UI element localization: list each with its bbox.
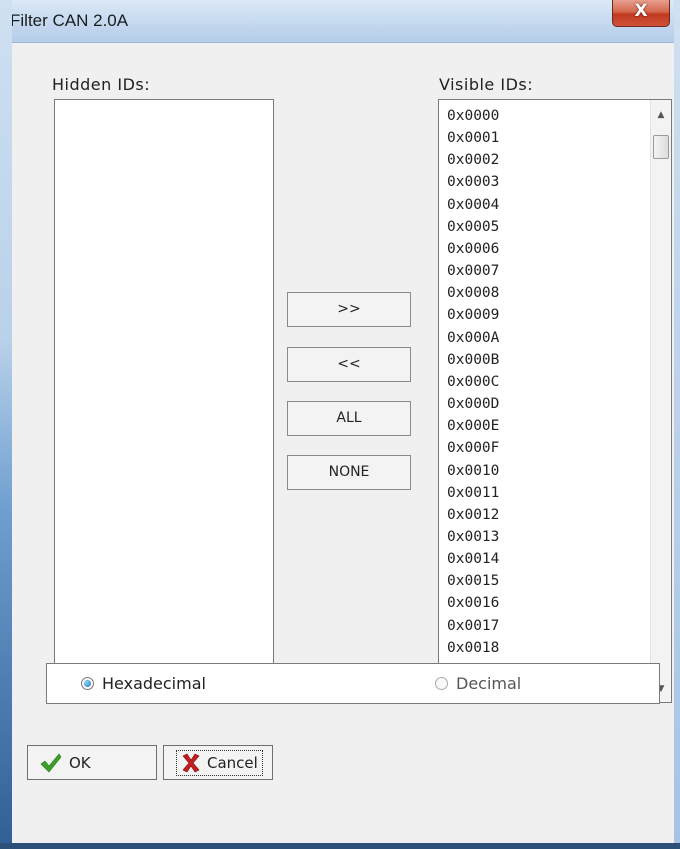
visible-id-item[interactable]: 0x000B [447, 349, 647, 371]
visible-id-item[interactable]: 0x0014 [447, 548, 647, 570]
cancel-focus-rect: Cancel [176, 749, 263, 776]
window-frame-left [0, 0, 12, 849]
visible-id-item[interactable]: 0x0010 [447, 460, 647, 482]
visible-id-item[interactable]: 0x0005 [447, 216, 647, 238]
visible-id-item[interactable]: 0x0011 [447, 482, 647, 504]
visible-id-item[interactable]: 0x0007 [447, 260, 647, 282]
select-none-button[interactable]: NONE [287, 455, 411, 490]
scroll-thumb[interactable] [653, 135, 669, 159]
select-all-button[interactable]: ALL [287, 401, 411, 436]
visible-id-item[interactable]: 0x000F [447, 437, 647, 459]
number-format-group: Hexadecimal Decimal [46, 663, 660, 704]
cancel-label: Cancel [207, 753, 258, 772]
hidden-ids-label: Hidden IDs: [52, 75, 151, 94]
visible-id-item[interactable]: 0x0012 [447, 504, 647, 526]
visible-ids-label: Visible IDs: [439, 75, 534, 94]
check-icon [40, 752, 62, 772]
visible-ids-list[interactable]: 0x0000 0x0001 0x0002 0x0003 0x0004 0x0005 0x00… [438, 99, 672, 703]
x-icon [182, 753, 200, 772]
visible-id-item[interactable]: 0x0006 [447, 238, 647, 260]
visible-id-item[interactable]: 0x0002 [447, 149, 647, 171]
visible-ids-items: 0x0000 0x0001 0x0002 0x0003 0x0004 0x0005 0x00… [447, 105, 647, 702]
visible-id-item[interactable]: 0x0018 [447, 637, 647, 659]
ok-button[interactable]: OK [27, 745, 157, 780]
filter-dialog: Filter CAN 2.0A X Hidden IDs: Visible ID… [0, 0, 680, 849]
close-button[interactable]: X [612, 0, 670, 27]
hexadecimal-label: Hexadecimal [102, 674, 206, 693]
visible-id-item[interactable]: 0x0015 [447, 570, 647, 592]
dialog-content: Hidden IDs: Visible IDs: 0x0000 0x0001 0x0… [12, 43, 674, 843]
visible-id-item[interactable]: 0x0017 [447, 615, 647, 637]
radio-selected-icon [81, 677, 94, 690]
visible-id-item[interactable]: 0x000D [447, 393, 647, 415]
move-to-visible-button[interactable]: >> [287, 292, 411, 327]
title-bar: Filter CAN 2.0A X [0, 0, 680, 43]
decimal-radio[interactable]: Decimal [435, 674, 521, 693]
visible-id-item[interactable]: 0x0000 [447, 105, 647, 127]
decimal-label: Decimal [456, 674, 522, 693]
window-title: Filter CAN 2.0A [10, 11, 129, 30]
hexadecimal-radio[interactable]: Hexadecimal [81, 674, 206, 693]
ok-label: OK [69, 753, 91, 772]
visible-id-item[interactable]: 0x0004 [447, 194, 647, 216]
cancel-button[interactable]: Cancel [163, 745, 273, 780]
visible-id-item[interactable]: 0x000C [447, 371, 647, 393]
visible-id-item[interactable]: 0x0013 [447, 526, 647, 548]
move-to-hidden-button[interactable]: << [287, 347, 411, 382]
visible-id-item[interactable]: 0x0016 [447, 592, 647, 614]
hidden-ids-list[interactable] [54, 99, 274, 703]
visible-id-item[interactable]: 0x0009 [447, 304, 647, 326]
visible-ids-scrollbar[interactable]: ▲ ▼ [650, 100, 671, 702]
scroll-up-arrow-icon[interactable]: ▲ [651, 106, 671, 124]
visible-id-item[interactable]: 0x0001 [447, 127, 647, 149]
window-frame-right [674, 0, 680, 849]
close-icon: X [634, 1, 648, 21]
visible-id-item[interactable]: 0x0008 [447, 282, 647, 304]
window-frame-bottom [0, 843, 680, 849]
radio-unselected-icon [435, 677, 448, 690]
visible-id-item[interactable]: 0x000A [447, 327, 647, 349]
visible-id-item[interactable]: 0x000E [447, 415, 647, 437]
visible-id-item[interactable]: 0x0003 [447, 171, 647, 193]
